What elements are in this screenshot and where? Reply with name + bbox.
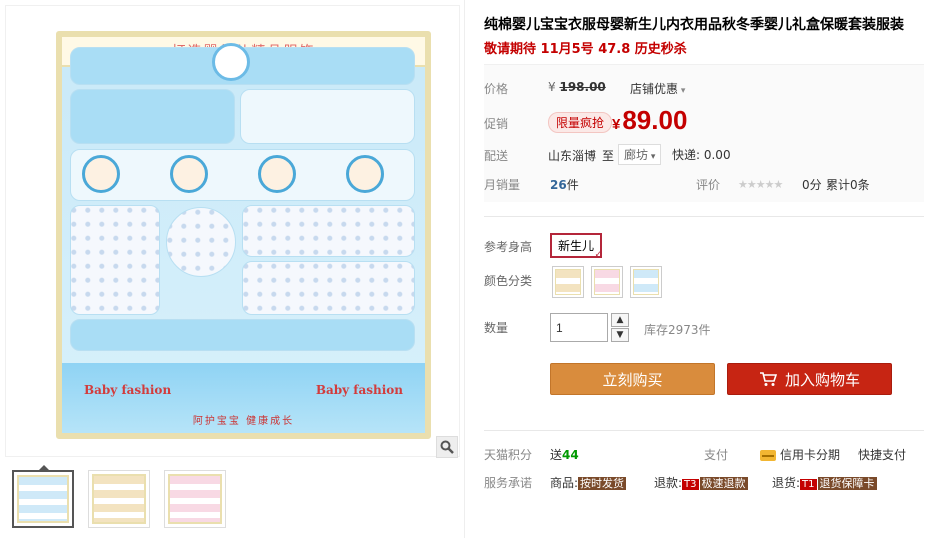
thumbnail-3[interactable] bbox=[164, 470, 226, 528]
divider bbox=[484, 430, 924, 431]
rating-label: 评价 bbox=[696, 178, 721, 192]
pants-blue bbox=[70, 89, 235, 144]
points-label: 天猫积分 bbox=[484, 448, 533, 462]
chevron-down-icon: ▾ bbox=[678, 86, 686, 96]
box-footer: Baby fashion Baby fashion 阿护宝宝 健康成长 bbox=[62, 363, 425, 433]
promise-goods[interactable]: 商品: 按时发货 bbox=[550, 474, 627, 491]
monthly-sales: 26件 bbox=[550, 178, 579, 192]
magnifier-icon[interactable] bbox=[436, 436, 458, 458]
shipping-label: 配送 bbox=[484, 149, 509, 163]
original-price: ¥ 198.00 bbox=[548, 80, 606, 94]
shirt-white bbox=[240, 89, 415, 144]
thumbnail-strip bbox=[12, 465, 226, 528]
stock-count: 库存2973件 bbox=[644, 323, 711, 337]
girl-print bbox=[170, 155, 208, 193]
sale-price: ¥89.00 bbox=[612, 105, 688, 135]
color-option-3[interactable] bbox=[630, 266, 662, 298]
main-product-image[interactable]: 打造婴幼儿精品服饰 Baby fashion Baby fashion 阿护宝宝… bbox=[5, 5, 460, 457]
promise-return[interactable]: 退货: T1 退货保障卡 bbox=[772, 474, 877, 491]
size-option-newborn[interactable]: 新生儿 bbox=[550, 233, 602, 260]
size-label: 参考身高 bbox=[484, 240, 533, 254]
promise-refund[interactable]: 退款: T3 极速退款 bbox=[654, 474, 748, 491]
divider bbox=[484, 216, 924, 217]
hat bbox=[166, 207, 236, 277]
review-count[interactable]: 累计0条 bbox=[826, 176, 870, 193]
sale-price-value: 89.00 bbox=[622, 105, 688, 135]
monthly-sales-label: 月销量 bbox=[484, 178, 521, 192]
quantity-increase-button[interactable]: ▲ bbox=[611, 313, 629, 327]
patterned-pants bbox=[242, 261, 415, 315]
add-to-cart-label: 加入购物车 bbox=[784, 370, 860, 389]
credit-card-icon bbox=[760, 450, 776, 461]
price-panel: 价格 ¥ 198.00 店铺优惠 ▾ 促销 限量疯抢 ¥89.00 配送 山东淄… bbox=[484, 64, 924, 202]
thumbnail-1[interactable] bbox=[12, 465, 74, 528]
box-slogan: 阿护宝宝 健康成长 bbox=[192, 416, 295, 427]
price-label: 价格 bbox=[484, 82, 509, 96]
payment-label: 支付 bbox=[704, 448, 729, 462]
gift-box-illustration: 打造婴幼儿精品服饰 Baby fashion Baby fashion 阿护宝宝… bbox=[56, 31, 431, 439]
product-title: 纯棉婴儿宝宝衣服母婴新生儿内衣用品秋冬季婴儿礼盒保暖套装服装 bbox=[484, 17, 904, 33]
girl-print bbox=[258, 155, 296, 193]
ship-from: 山东淄博 bbox=[548, 149, 597, 163]
product-subtitle: 敬请期待 11月5号 47.8 历史秒杀 bbox=[484, 42, 687, 57]
quantity-input[interactable] bbox=[550, 313, 608, 342]
brand-text-left: Baby fashion bbox=[84, 383, 172, 397]
bear-face bbox=[212, 43, 250, 81]
chevron-up-icon: ▲ bbox=[616, 315, 624, 325]
color-option-1[interactable] bbox=[552, 266, 584, 298]
points-value: 送44 bbox=[550, 448, 579, 462]
original-price-value: 198.00 bbox=[559, 80, 606, 94]
destination-select[interactable]: 廊坊 ▾ bbox=[618, 144, 662, 165]
quick-pay[interactable]: 快捷支付 bbox=[858, 446, 906, 463]
blanket-bottom bbox=[70, 319, 415, 351]
rating-stars-icon: ★★★★★ bbox=[738, 178, 783, 191]
quantity-label: 数量 bbox=[484, 321, 509, 335]
chevron-down-icon: ▼ bbox=[616, 330, 624, 340]
color-option-2[interactable] bbox=[591, 266, 623, 298]
express-fee: 快递: 0.00 bbox=[672, 148, 731, 162]
rating-score: 0分 bbox=[802, 178, 822, 192]
buy-now-button[interactable]: 立刻购买 bbox=[550, 363, 715, 395]
add-to-cart-button[interactable]: 加入购物车 bbox=[727, 363, 892, 395]
mittens bbox=[70, 205, 160, 315]
thumbnail-2[interactable] bbox=[88, 470, 150, 528]
service-promise-label: 服务承诺 bbox=[484, 476, 533, 490]
patterned-shirt bbox=[242, 205, 415, 257]
store-promo-dropdown[interactable]: 店铺优惠 ▾ bbox=[630, 80, 685, 97]
chevron-down-icon: ▾ bbox=[648, 152, 656, 162]
cart-icon bbox=[759, 372, 777, 386]
girl-print bbox=[346, 155, 384, 193]
color-label: 颜色分类 bbox=[484, 274, 533, 288]
girl-print bbox=[82, 155, 120, 193]
ship-to-word: 至 bbox=[602, 149, 615, 163]
credit-installment[interactable]: 信用卡分期 bbox=[760, 446, 840, 463]
promo-badge: 限量疯抢 bbox=[548, 112, 613, 133]
promo-label: 促销 bbox=[484, 117, 509, 131]
quantity-decrease-button[interactable]: ▼ bbox=[611, 328, 629, 342]
brand-text-right: Baby fashion bbox=[315, 383, 403, 397]
product-gallery: 打造婴幼儿精品服饰 Baby fashion Baby fashion 阿护宝宝… bbox=[0, 0, 465, 538]
